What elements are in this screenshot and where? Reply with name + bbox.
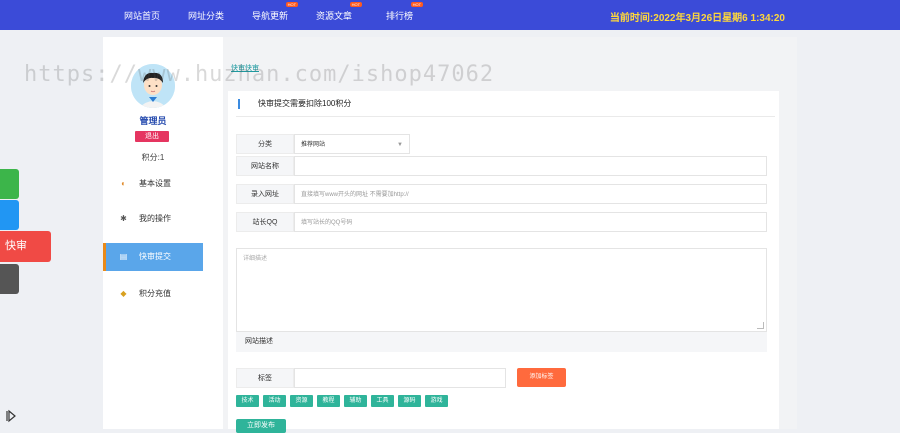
tag-chip[interactable]: 教程 xyxy=(317,395,340,407)
tag-chip[interactable]: 技术 xyxy=(236,395,259,407)
tag-chip[interactable]: 源码 xyxy=(398,395,421,407)
form-title: 快审提交需要扣除100积分 xyxy=(238,99,351,109)
hot-badge: HOT xyxy=(410,2,424,7)
qq-input[interactable]: 填写站长的QQ号码 xyxy=(294,212,767,232)
tag-chip[interactable]: 辅助 xyxy=(344,395,367,407)
hot-badge: HOT xyxy=(285,2,299,7)
divider xyxy=(236,116,775,117)
top-nav-bar: 网站首页 网址分类 导航更新 HOT 资源文章 HOT 排行榜 HOT 当前时间:20… xyxy=(0,0,900,30)
float-blue-button[interactable] xyxy=(0,200,19,230)
logout-button[interactable]: 退出 xyxy=(135,131,169,142)
nav-home[interactable]: 网站首页 xyxy=(124,9,160,22)
category-select[interactable]: 推荐网站 ▼ xyxy=(294,134,410,154)
username: 管理员 xyxy=(139,116,167,126)
nav-categories[interactable]: 网址分类 xyxy=(188,9,224,22)
url-input[interactable]: 直接填写www开头的网址 不需要加http:// xyxy=(294,184,767,204)
publish-button[interactable]: 立即发布 xyxy=(236,419,286,433)
points-label: 积分:1 xyxy=(141,153,165,162)
play-icon[interactable] xyxy=(5,409,17,423)
submit-form: 快审提交需要扣除100积分 分类 推荐网站 ▼ 网站名称 录入网址 直接填写ww… xyxy=(228,91,779,433)
hot-badge: HOT xyxy=(349,2,363,7)
nav-updates[interactable]: 导航更新 HOT xyxy=(252,2,299,22)
menu-basic-settings[interactable]: ◐ 基本设置 xyxy=(103,170,200,198)
site-description-label: 网站描述 xyxy=(236,332,767,352)
add-tag-button[interactable]: 添加标签 xyxy=(517,368,566,387)
tag-label: 标签 xyxy=(236,368,294,388)
main-container: 管理员 退出 积分:1 ◐ 基本设置 ✱ 我的操作 ▤ 快审提交 ◆ 积分充值 … xyxy=(103,37,797,433)
float-dark-button[interactable] xyxy=(0,264,19,294)
settings-icon: ✱ xyxy=(120,214,127,223)
current-time: 当前时间:2022年3月26日星期6 1:34:20 xyxy=(609,13,785,24)
qq-label: 站长QQ xyxy=(236,212,294,232)
gear-icon: ◐ xyxy=(121,179,126,188)
nav-ranking[interactable]: 排行榜 HOT xyxy=(386,2,424,22)
watermark-text: https://www.huzhan.com/ishop47062 xyxy=(24,62,495,87)
tag-chip[interactable]: 游戏 xyxy=(425,395,448,407)
menu-quick-review[interactable]: ▤ 快审提交 xyxy=(103,243,203,271)
float-green-button[interactable] xyxy=(0,169,19,199)
site-name-label: 网站名称 xyxy=(236,156,294,176)
nav-articles[interactable]: 资源文章 HOT xyxy=(316,2,363,22)
tag-chip[interactable]: 资源 xyxy=(290,395,313,407)
site-name-input[interactable] xyxy=(294,156,767,176)
url-label: 录入网址 xyxy=(236,184,294,204)
tag-chip[interactable]: 活动 xyxy=(263,395,286,407)
menu-my-operations[interactable]: ✱ 我的操作 xyxy=(103,205,200,233)
tag-input[interactable] xyxy=(294,368,506,388)
resize-handle[interactable] xyxy=(757,322,764,329)
coins-icon: ◆ xyxy=(120,289,127,298)
document-icon: ▤ xyxy=(119,252,128,261)
chevron-down-icon: ▼ xyxy=(397,142,403,148)
quick-review-float-button[interactable]: 快审 xyxy=(0,231,51,262)
menu-recharge[interactable]: ◆ 积分充值 xyxy=(103,280,200,308)
detail-textarea[interactable]: 详细描述 xyxy=(236,248,767,332)
tag-chip[interactable]: 工具 xyxy=(371,395,394,407)
category-label: 分类 xyxy=(236,134,294,154)
